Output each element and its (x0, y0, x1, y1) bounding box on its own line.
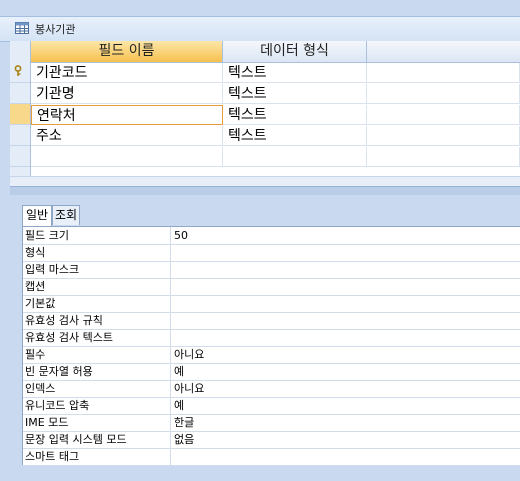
property-name: 유효성 검사 텍스트 (25, 331, 113, 344)
row-selector-column (10, 41, 31, 186)
property-value[interactable]: 없음 (170, 431, 520, 448)
field-name-cell[interactable]: 주소 (31, 126, 223, 146)
document-title: 봉사기관 (35, 23, 76, 36)
tab-lookup[interactable]: 조회 (52, 205, 80, 225)
description-cell[interactable] (367, 147, 520, 167)
data-type-cell[interactable]: 텍스트 (223, 126, 367, 146)
data-type-cell[interactable] (223, 147, 367, 167)
description-cell[interactable] (367, 126, 520, 146)
property-value[interactable]: 아니요 (170, 380, 520, 397)
field-properties-sheet: 필드 크기 50 형식 입력 마스크 캡션 기본값 유효성 검사 규칙 유효성 … (22, 226, 520, 466)
data-type-cell[interactable]: 텍스트 (223, 105, 367, 125)
property-name: 입력 마스크 (25, 263, 80, 276)
description-cell[interactable] (367, 63, 520, 83)
pane-splitter[interactable] (10, 186, 520, 195)
field-name-cell[interactable] (31, 147, 223, 167)
property-row[interactable]: 빈 문자열 허용 예 (23, 363, 520, 381)
table-row[interactable]: 주소 텍스트 (31, 126, 520, 146)
property-value[interactable]: 예 (170, 397, 520, 414)
table-row[interactable]: 기관코드 텍스트 (31, 63, 520, 83)
property-row[interactable]: 기본값 (23, 295, 520, 313)
property-name: 빈 문자열 허용 (25, 365, 93, 378)
tab-general[interactable]: 일반 (22, 205, 52, 226)
property-value[interactable] (170, 278, 520, 295)
table-row[interactable]: 기관명 텍스트 (31, 84, 520, 104)
property-value[interactable] (170, 448, 520, 465)
row-selector[interactable] (10, 125, 30, 146)
property-name: 기본값 (25, 297, 56, 310)
property-name: 인덱스 (25, 382, 56, 395)
data-type-cell[interactable]: 텍스트 (223, 84, 367, 104)
description-cell[interactable] (367, 84, 520, 104)
property-value[interactable] (170, 295, 520, 312)
property-value[interactable] (170, 312, 520, 329)
document-tab[interactable]: 봉사기관 (0, 16, 520, 42)
row-selector[interactable] (10, 83, 30, 104)
table-row-current[interactable]: 연락처 텍스트 (31, 105, 520, 125)
property-name: 캡션 (25, 280, 46, 293)
property-row[interactable]: 유효성 검사 텍스트 (23, 329, 520, 347)
property-value[interactable] (170, 329, 520, 346)
column-header-description[interactable] (367, 41, 520, 63)
property-value[interactable] (170, 261, 520, 278)
property-name: 문장 입력 시스템 모드 (25, 433, 127, 446)
property-name: 형식 (25, 246, 46, 259)
key-icon (14, 65, 22, 76)
column-header-field-name[interactable]: 필드 이름 (31, 41, 223, 63)
property-name: 유니코드 압축 (25, 399, 90, 412)
property-row[interactable]: 형식 (23, 244, 520, 262)
property-row[interactable]: 인덱스 아니요 (23, 380, 520, 398)
table-icon (15, 22, 29, 34)
property-value[interactable] (170, 244, 520, 261)
field-name-cell[interactable]: 기관코드 (31, 63, 223, 83)
property-row[interactable]: 스마트 태그 (23, 448, 520, 466)
property-row[interactable]: 문장 입력 시스템 모드 없음 (23, 431, 520, 449)
property-name: 필드 크기 (25, 229, 69, 242)
property-row[interactable]: 필수 아니요 (23, 346, 520, 364)
property-name: 필수 (25, 348, 46, 361)
property-name: IME 모드 (25, 416, 69, 429)
field-name-cell[interactable]: 기관명 (31, 84, 223, 104)
row-selector[interactable] (10, 62, 30, 83)
property-value[interactable]: 50 (170, 227, 520, 244)
field-name-cell-active[interactable]: 연락처 (31, 105, 223, 125)
description-cell[interactable] (367, 105, 520, 125)
property-row[interactable]: 필드 크기 50 (23, 227, 520, 245)
column-header-data-type[interactable]: 데이터 형식 (223, 41, 367, 63)
field-design-grid: 필드 이름 데이터 형식 기관코드 텍스트 기관명 텍스트 연락처 텍스트 주소… (10, 41, 520, 186)
property-name: 유효성 검사 규칙 (25, 314, 103, 327)
row-selector[interactable] (10, 146, 30, 167)
property-value[interactable]: 예 (170, 363, 520, 380)
row-selector-current[interactable] (10, 104, 30, 125)
property-name: 스마트 태그 (25, 450, 80, 463)
property-row[interactable]: IME 모드 한글 (23, 414, 520, 432)
property-row[interactable]: 유니코드 압축 예 (23, 397, 520, 415)
property-row[interactable]: 유효성 검사 규칙 (23, 312, 520, 330)
data-type-cell[interactable]: 텍스트 (223, 63, 367, 83)
property-value[interactable]: 아니요 (170, 346, 520, 363)
property-row[interactable]: 캡션 (23, 278, 520, 296)
table-row-empty[interactable] (31, 147, 520, 167)
property-value[interactable]: 한글 (170, 414, 520, 431)
property-row[interactable]: 입력 마스크 (23, 261, 520, 279)
